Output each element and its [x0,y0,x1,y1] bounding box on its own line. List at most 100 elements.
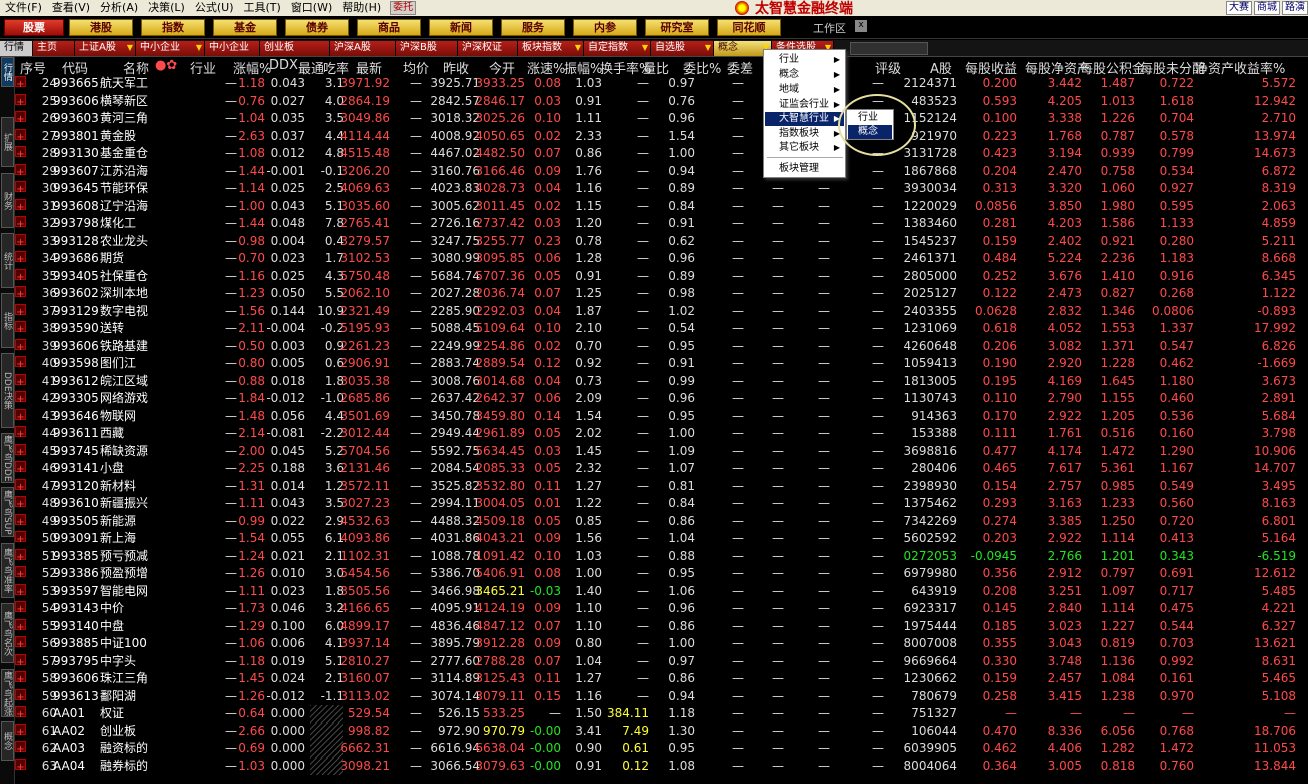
menu-item-6[interactable]: 窗口(W) [286,0,337,16]
table-row[interactable]: +40 993598 图们江 —0.80 0.005 0.6 2906.91—2883.74… [15,355,1308,373]
nav-button-1[interactable]: 港股 [69,19,133,36]
expand-plus-icon[interactable]: + [15,251,26,265]
expand-plus-icon[interactable]: + [15,111,26,125]
expand-plus-icon[interactable]: + [15,531,26,545]
expand-plus-icon[interactable]: + [15,706,26,720]
tab-dropdown-icon[interactable]: ▼ [642,41,648,55]
expand-plus-icon[interactable]: + [15,216,26,230]
right-button-0[interactable]: 大赛 [1226,1,1252,15]
expand-plus-icon[interactable]: + [15,286,26,300]
tab-dropdown-icon[interactable]: ▼ [127,41,133,55]
workspace-label[interactable]: 工作区 [813,20,846,36]
table-row[interactable]: +61 AA02 创业板 —2.66 0.000 998.82—972.90 970.79-… [15,722,1308,740]
table-row[interactable]: +44 993611 西藏 —2.14 -0.081 -2.2 3012.44—2949.4… [15,425,1308,443]
tab-6[interactable]: 沪深A股 [330,41,396,56]
expand-plus-icon[interactable]: + [15,618,26,633]
sidebar-tab-9[interactable]: 鹰飞鸟名次 [1,603,14,663]
expand-plus-icon[interactable]: + [15,93,26,108]
trade-button[interactable]: 委托 [390,1,417,15]
sidebar-tab-4[interactable]: 指标 [1,293,14,348]
expand-plus-icon[interactable]: + [15,373,26,388]
sidebar-tab-10[interactable]: 鹰飞鸟起涨 [1,669,14,717]
expand-plus-icon[interactable]: + [15,688,26,703]
table-row[interactable]: +57 993795 中字头 —1.18 0.019 5.1 2810.27—2777.60… [15,653,1308,671]
menu-item-3[interactable]: 决策(L) [143,0,190,16]
menu-item-1[interactable]: 查看(V) [47,0,95,16]
table-row[interactable]: +63 AA04 融券标的 —1.03 0.000 3098.21—3066.54 3079… [15,757,1308,775]
tab-5[interactable]: 创业板 [260,41,330,56]
table-row[interactable]: +45 993745 稀缺资源 —2.00 0.045 5.2 5704.56—5592.7… [15,443,1308,461]
menu-item-4[interactable]: 公式(U) [190,0,239,16]
table-row[interactable]: +60 AA01 权证 —0.64 0.000 529.54—526.15 533.25—1… [15,705,1308,723]
sidebar-tab-0[interactable]: 行情 [1,57,14,87]
table-row[interactable]: +38 993590 送转 —2.11 -0.004 -0.2 5195.93—5088.4… [15,320,1308,338]
expand-plus-icon[interactable]: + [15,146,26,160]
expand-plus-icon[interactable]: + [15,741,26,755]
expand-plus-icon[interactable]: + [15,548,26,563]
tab-9[interactable]: 板块指数 ▼ [518,41,584,56]
table-row[interactable]: +34 993686 期货 —0.70 0.023 1.7 3102.53—3080.99 3… [15,250,1308,268]
dropdown-item-3[interactable]: 证监会行业 ▶ [765,98,844,112]
table-row[interactable]: +33 993128 农业龙头 —0.98 0.004 0.4 3279.57—3247.7… [15,233,1308,251]
sidebar-tab-3[interactable]: 统计 [1,233,14,288]
expand-plus-icon[interactable]: + [15,636,26,650]
table-row[interactable]: +47 993120 新材料 —1.31 0.014 1.2 3572.11—3525.82… [15,478,1308,496]
tab-7[interactable]: 沪深B股 [396,41,458,56]
tab-1[interactable]: 主页 [33,41,75,56]
expand-plus-icon[interactable]: + [15,303,26,318]
expand-plus-icon[interactable]: + [15,128,26,143]
table-row[interactable]: +26 993603 黄河三角 —1.04 0.035 3.5 3049.86—3018.3… [15,110,1308,128]
expand-plus-icon[interactable]: + [15,443,26,458]
table-row[interactable]: +31 993608 辽宁沿海 —1.00 0.043 5.1 3035.60—3005.6… [15,198,1308,216]
nav-button-0[interactable]: 股票 [4,19,64,36]
tab-dropdown-icon[interactable]: ▼ [705,41,711,55]
table-row[interactable]: +36 993602 深圳本地 —1.23 0.050 5.5 2062.10—2027.2… [15,285,1308,303]
tab-11[interactable]: 自选股 ▼ [651,41,714,56]
dropdown-item-2[interactable]: 地域 ▶ [765,83,844,97]
table-row[interactable]: +28 993130 基金重仓 —1.08 0.012 4.8 4515.48—4467.0… [15,145,1308,163]
table-row[interactable]: +43 993646 物联网 —1.48 0.056 4.4 3501.69—3450.78… [15,408,1308,426]
expand-plus-icon[interactable]: + [15,723,26,738]
expand-plus-icon[interactable]: + [15,408,26,423]
dropdown-item-5[interactable]: 指数板块 ▶ [765,127,844,141]
expand-plus-icon[interactable]: + [15,478,26,493]
nav-button-5[interactable]: 商品 [357,19,421,36]
expand-plus-icon[interactable]: + [15,426,26,440]
tab-2[interactable]: 上证A股 ▼ [75,41,136,56]
expand-plus-icon[interactable]: + [15,268,26,283]
workspace-close-icon[interactable]: x [855,20,867,32]
dropdown-item-6[interactable]: 其它板块 ▶ [765,141,844,155]
table-row[interactable]: +41 993612 皖江区域 —0.88 0.018 1.8 3035.38—3008.7… [15,373,1308,391]
nav-button-7[interactable]: 服务 [501,19,565,36]
table-row[interactable]: +29 993607 江苏沿海 —1.44 -0.001 -0.1 3206.20—3160… [15,163,1308,181]
tab-dropdown-icon[interactable]: ▼ [196,41,202,55]
nav-button-9[interactable]: 研究室 [645,19,709,36]
header-3[interactable]: ●✿ [155,58,177,73]
menu-item-0[interactable]: 文件(F) [0,0,47,16]
expand-plus-icon[interactable]: + [15,513,26,528]
menu-item-7[interactable]: 帮助(H) [337,0,386,16]
sidebar-tab-2[interactable]: 财务 [1,173,14,228]
table-row[interactable]: +32 993798 煤化工 —1.44 0.048 7.8 2765.41—2726.16… [15,215,1308,233]
nav-button-6[interactable]: 新闻 [429,19,493,36]
dropdown-item-7[interactable]: 板块管理 [765,162,844,176]
table-row[interactable]: +52 993386 预盈预增 —1.26 0.010 3.0 5454.56—5386.7… [15,565,1308,583]
dropdown-item-0[interactable]: 行业 ▶ [765,53,844,67]
sidebar-tab-5[interactable]: DDE决策 [1,353,14,428]
table-row[interactable]: +24 993665 航天军工 —1.18 0.043 3.1 3971.92—3925.7… [15,75,1308,93]
right-button-2[interactable]: 路演 [1282,1,1308,15]
expand-plus-icon[interactable]: + [15,583,26,598]
table-row[interactable]: +39 993606 铁路基建 —0.50 0.003 0.9 2261.23—2249.9… [15,338,1308,356]
table-row[interactable]: +50 993091 新上海 —1.54 0.055 6.1 4093.86—4031.86… [15,530,1308,548]
menu-item-2[interactable]: 分析(A) [95,0,143,16]
sidebar-tab-7[interactable]: 鹰飞鸟SUP [1,487,14,537]
menu-item-5[interactable]: 工具(T) [239,0,286,16]
expand-plus-icon[interactable]: + [15,758,26,773]
expand-plus-icon[interactable]: + [15,181,26,195]
expand-plus-icon[interactable]: + [15,338,26,353]
tab-0[interactable]: 行情 [0,41,33,56]
expand-plus-icon[interactable]: + [15,496,26,510]
expand-plus-icon[interactable]: + [15,321,26,335]
sidebar-tab-6[interactable]: 鹰飞鸟DDE [1,433,14,483]
dropdown-item-4[interactable]: 大智慧行业 ▶ [765,112,844,126]
